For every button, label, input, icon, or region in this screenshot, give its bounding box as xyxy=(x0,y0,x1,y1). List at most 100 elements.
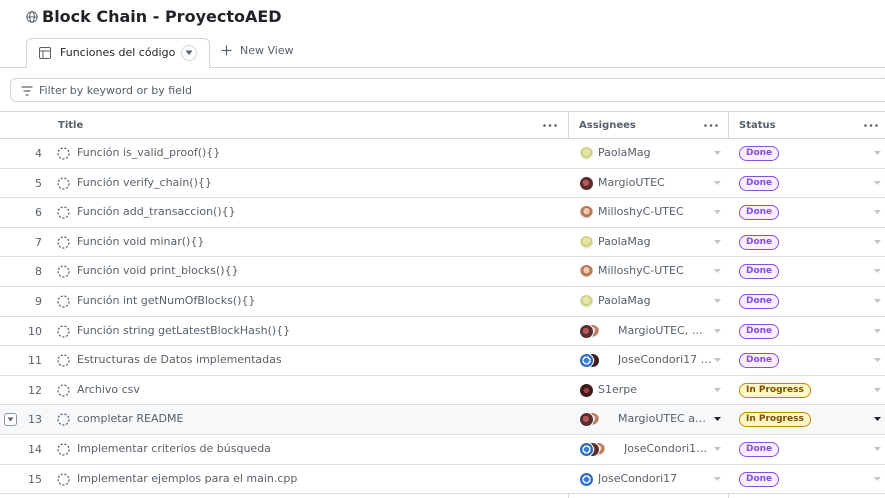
draft-issue-icon xyxy=(57,413,70,426)
draft-issue-icon xyxy=(57,265,70,278)
status-badge: In Progress xyxy=(739,382,811,398)
plus-icon xyxy=(221,45,232,56)
assignees-dropdown-icon[interactable] xyxy=(714,358,721,363)
avatar xyxy=(579,264,594,280)
row-number: 8 xyxy=(35,265,42,279)
kebab-icon[interactable] xyxy=(704,124,718,127)
row-number: 6 xyxy=(35,206,42,220)
row-number: 4 xyxy=(35,147,42,160)
column-status-label: Status xyxy=(739,120,776,131)
status-dropdown-icon[interactable] xyxy=(874,447,881,451)
tab-funciones-del-codigo[interactable]: Funciones del código xyxy=(26,38,210,68)
assignees-dropdown-icon[interactable] xyxy=(714,269,721,274)
assignees-dropdown-icon[interactable] xyxy=(714,239,721,244)
table-row[interactable]: 15 Implementar ejemplos para el main.cpp J… xyxy=(0,464,885,495)
draft-issue-icon xyxy=(57,147,70,160)
row-number: 11 xyxy=(28,354,42,368)
assignees-text: MilloshyC-UTEC xyxy=(598,264,684,278)
row-number: 7 xyxy=(35,235,42,249)
status-dropdown-icon[interactable] xyxy=(874,328,881,333)
status-dropdown-icon[interactable] xyxy=(874,210,881,215)
row-number: 13 xyxy=(28,413,42,427)
status-dropdown-icon[interactable] xyxy=(874,180,881,185)
item-title-link[interactable]: Implementar criterios de búsqueda xyxy=(77,442,271,455)
avatar xyxy=(579,471,594,487)
item-title-link[interactable]: completar README xyxy=(77,412,183,425)
assignees-dropdown-icon[interactable] xyxy=(714,210,721,215)
status-dropdown-icon[interactable] xyxy=(874,387,881,392)
item-title-link[interactable]: Estructuras de Datos implementadas xyxy=(77,353,282,366)
row-number: 14 xyxy=(28,443,42,456)
status-badge: Done xyxy=(739,294,780,309)
project-title: Block Chain - ProyectoAED xyxy=(42,7,282,26)
kebab-icon[interactable] xyxy=(864,124,878,127)
status-badge: Done xyxy=(739,146,780,161)
status-badge: Done xyxy=(739,234,780,250)
assignees-text: MargioUTEC xyxy=(598,175,665,189)
draft-issue-icon xyxy=(57,472,70,486)
assignees-dropdown-icon[interactable] xyxy=(714,447,721,451)
tab-label: Funciones del código xyxy=(60,46,176,59)
assignees-text: PaolaMag xyxy=(598,294,651,307)
avatar xyxy=(579,146,594,161)
table-row[interactable]: 9 Función int getNumOfBlocks(){} PaolaMag D… xyxy=(0,287,885,317)
draft-issue-icon xyxy=(57,176,70,190)
table-row[interactable]: 13 completar README MargioUTEC and ... In P… xyxy=(0,405,885,435)
draft-issue-icon xyxy=(57,236,70,249)
row-number: 9 xyxy=(35,295,42,308)
draft-issue-icon xyxy=(57,324,70,338)
status-badge: Done xyxy=(739,264,780,280)
item-title-link[interactable]: Función string getLatestBlockHash(){} xyxy=(77,324,290,337)
item-title-link[interactable]: Archivo csv xyxy=(77,383,140,396)
draft-issue-icon xyxy=(57,384,70,397)
assignees-dropdown-icon[interactable] xyxy=(714,387,721,392)
assignees-dropdown-icon[interactable] xyxy=(714,299,721,303)
table-row[interactable]: 10 Función string getLatestBlockHash(){} M… xyxy=(0,316,885,347)
item-title-link[interactable]: Implementar ejemplos para el main.cpp xyxy=(77,472,297,485)
assignees-text: PaolaMag xyxy=(598,146,651,159)
table-row[interactable]: 7 Función void minar(){} PaolaMag Done xyxy=(0,227,885,258)
assignees-text: MargioUTEC, Mill... xyxy=(618,323,712,337)
assignees-dropdown-icon[interactable] xyxy=(714,180,721,185)
kebab-icon[interactable] xyxy=(543,124,557,127)
status-dropdown-icon[interactable] xyxy=(874,476,881,481)
assignees-dropdown-icon[interactable] xyxy=(714,476,721,481)
row-number: 10 xyxy=(28,324,42,338)
view-options-button[interactable] xyxy=(181,45,197,61)
table-header: Title Assignees Status xyxy=(0,111,885,139)
status-dropdown-icon[interactable] xyxy=(874,151,881,155)
item-title-link[interactable]: Función void print_blocks(){} xyxy=(77,264,239,277)
column-header-title[interactable]: Title xyxy=(48,112,568,139)
status-badge: Done xyxy=(739,442,780,457)
item-title-link[interactable]: Función verify_chain(){} xyxy=(77,176,212,189)
table-row[interactable]: 8 Función void print_blocks(){} MilloshyC-… xyxy=(0,257,885,287)
status-dropdown-icon[interactable] xyxy=(874,269,881,274)
status-dropdown-icon[interactable] xyxy=(874,358,881,363)
row-number: 12 xyxy=(28,383,42,397)
filter-input[interactable] xyxy=(39,82,639,98)
table-row[interactable]: 5 Función verify_chain(){} MargioUTEC Done xyxy=(0,168,885,199)
table-icon xyxy=(39,47,51,59)
column-header-status[interactable]: Status xyxy=(729,112,885,139)
table-row[interactable]: 14 Implementar criterios de búsqueda JoseC… xyxy=(0,435,885,465)
table-row[interactable]: 11 Estructuras de Datos implementadas Jose… xyxy=(0,346,885,376)
table-row[interactable]: 4 Función is_valid_proof(){} PaolaMag Done xyxy=(0,139,885,169)
item-title-link[interactable]: Función add_transaccion(){} xyxy=(77,205,236,218)
status-dropdown-icon[interactable] xyxy=(874,417,881,422)
assignees-dropdown-icon[interactable] xyxy=(714,417,721,422)
assignees-dropdown-icon[interactable] xyxy=(714,328,721,333)
row-number: 5 xyxy=(35,176,42,190)
table-row[interactable]: 12 Archivo csv S1erpe In Progress xyxy=(0,375,885,406)
column-assignees-label: Assignees xyxy=(579,120,636,131)
triangle-down-icon xyxy=(185,50,193,55)
item-title-link[interactable]: Función is_valid_proof(){} xyxy=(77,146,220,159)
table-row[interactable]: 6 Función add_transaccion(){} MilloshyC-UT… xyxy=(0,198,885,228)
assignees-dropdown-icon[interactable] xyxy=(714,151,721,155)
item-title-link[interactable]: Función int getNumOfBlocks(){} xyxy=(77,294,255,307)
status-dropdown-icon[interactable] xyxy=(874,299,881,303)
item-title-link[interactable]: Función void minar(){} xyxy=(77,235,204,248)
project-header: Block Chain - ProyectoAED Funciones del … xyxy=(0,0,885,68)
status-dropdown-icon[interactable] xyxy=(874,239,881,244)
filter-bar[interactable] xyxy=(10,78,885,102)
column-header-assignees[interactable]: Assignees xyxy=(569,112,728,139)
